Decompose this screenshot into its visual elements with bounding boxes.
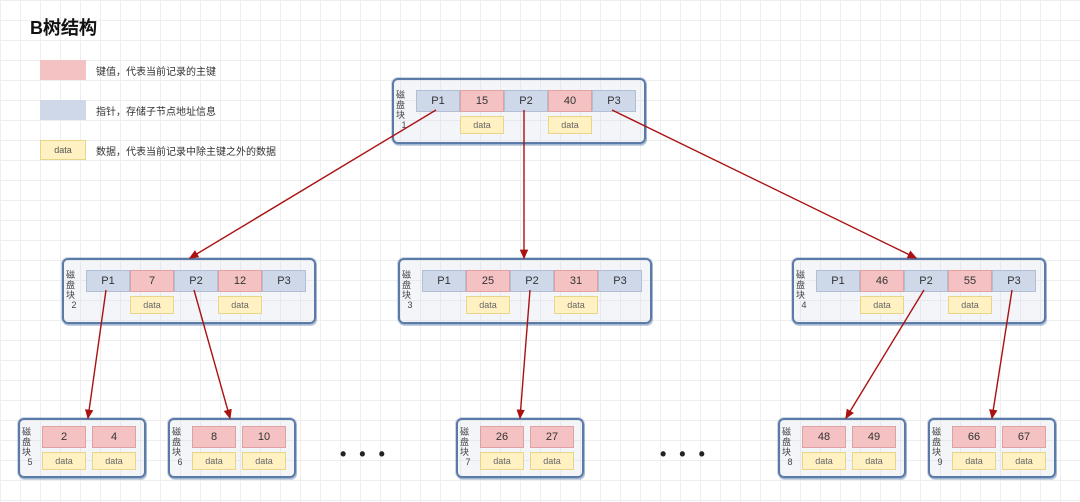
- disk-block-9: 磁盘块9 66 67 data data: [928, 418, 1056, 478]
- data-cell: data: [852, 452, 896, 470]
- pointer-cell: P2: [904, 270, 948, 292]
- legend-key-text: 键值，代表当前记录的主键: [96, 63, 216, 78]
- data-cell: data: [480, 452, 524, 470]
- key-cell: 66: [952, 426, 996, 448]
- disk-block-5: 磁盘块5 2 4 data data: [18, 418, 146, 478]
- key-cell: 27: [530, 426, 574, 448]
- data-cell: data: [952, 452, 996, 470]
- data-cell: data: [218, 296, 262, 314]
- data-cell: data: [242, 452, 286, 470]
- data-cell: data: [466, 296, 510, 314]
- disk-block-1: 磁盘块1 P1 15 P2 40 P3 data data: [392, 78, 646, 144]
- data-cell: data: [130, 296, 174, 314]
- pointer-cell: P2: [504, 90, 548, 112]
- data-cell: data: [548, 116, 592, 134]
- pointer-cell: P3: [262, 270, 306, 292]
- block-label-4: 磁盘块4: [796, 266, 812, 316]
- key-cell: 2: [42, 426, 86, 448]
- root-keys-row: P1 15 P2 40 P3: [416, 90, 636, 112]
- data-cell: data: [948, 296, 992, 314]
- data-cell: data: [860, 296, 904, 314]
- key-cell: 15: [460, 90, 504, 112]
- pointer-cell: P1: [86, 270, 130, 292]
- ptr-swatch: [40, 100, 86, 120]
- disk-block-2: 磁盘块2 P1 7 P2 12 P3 data data: [62, 258, 316, 324]
- ellipsis-icon: • • •: [660, 444, 709, 465]
- legend-row-data: data 数据，代表当前记录中除主键之外的数据: [40, 140, 276, 160]
- data-cell: data: [1002, 452, 1046, 470]
- pointer-cell: P1: [416, 90, 460, 112]
- block-label-3: 磁盘块3: [402, 266, 418, 316]
- disk-block-4: 磁盘块4 P1 46 P2 55 P3 data data: [792, 258, 1046, 324]
- ellipsis-icon: • • •: [340, 444, 389, 465]
- key-cell: 55: [948, 270, 992, 292]
- key-cell: 10: [242, 426, 286, 448]
- pointer-cell: P2: [510, 270, 554, 292]
- legend-row-ptr: 指针，存储子节点地址信息: [40, 100, 276, 120]
- data-cell: data: [554, 296, 598, 314]
- pointer-cell: P2: [174, 270, 218, 292]
- key-swatch: [40, 60, 86, 80]
- key-cell: 26: [480, 426, 524, 448]
- disk-block-3: 磁盘块3 P1 25 P2 31 P3 data data: [398, 258, 652, 324]
- pointer-cell: P1: [422, 270, 466, 292]
- key-cell: 49: [852, 426, 896, 448]
- diagram-title: B树结构: [30, 14, 97, 40]
- key-cell: 31: [554, 270, 598, 292]
- key-cell: 46: [860, 270, 904, 292]
- legend-ptr-text: 指针，存储子节点地址信息: [96, 103, 216, 118]
- legend-row-key: 键值，代表当前记录的主键: [40, 60, 276, 80]
- key-cell: 40: [548, 90, 592, 112]
- pointer-cell: P3: [592, 90, 636, 112]
- pointer-cell: P3: [992, 270, 1036, 292]
- key-cell: 4: [92, 426, 136, 448]
- legend: 键值，代表当前记录的主键 指针，存储子节点地址信息 data 数据，代表当前记录…: [40, 60, 276, 180]
- data-cell: data: [802, 452, 846, 470]
- pointer-cell: P1: [816, 270, 860, 292]
- disk-block-6: 磁盘块6 8 10 data data: [168, 418, 296, 478]
- block-label-2: 磁盘块2: [66, 266, 82, 316]
- data-cell: data: [192, 452, 236, 470]
- key-cell: 48: [802, 426, 846, 448]
- key-cell: 8: [192, 426, 236, 448]
- data-swatch: data: [40, 140, 86, 160]
- disk-block-8: 磁盘块8 48 49 data data: [778, 418, 906, 478]
- data-cell: data: [42, 452, 86, 470]
- data-cell: data: [530, 452, 574, 470]
- root-data-row: data data: [416, 116, 636, 134]
- data-cell: data: [92, 452, 136, 470]
- key-cell: 12: [218, 270, 262, 292]
- pointer-cell: P3: [598, 270, 642, 292]
- key-cell: 25: [466, 270, 510, 292]
- block-label-1: 磁盘块1: [396, 86, 412, 136]
- key-cell: 7: [130, 270, 174, 292]
- key-cell: 67: [1002, 426, 1046, 448]
- legend-data-text: 数据，代表当前记录中除主键之外的数据: [96, 143, 276, 158]
- data-cell: data: [460, 116, 504, 134]
- disk-block-7: 磁盘块7 26 27 data data: [456, 418, 584, 478]
